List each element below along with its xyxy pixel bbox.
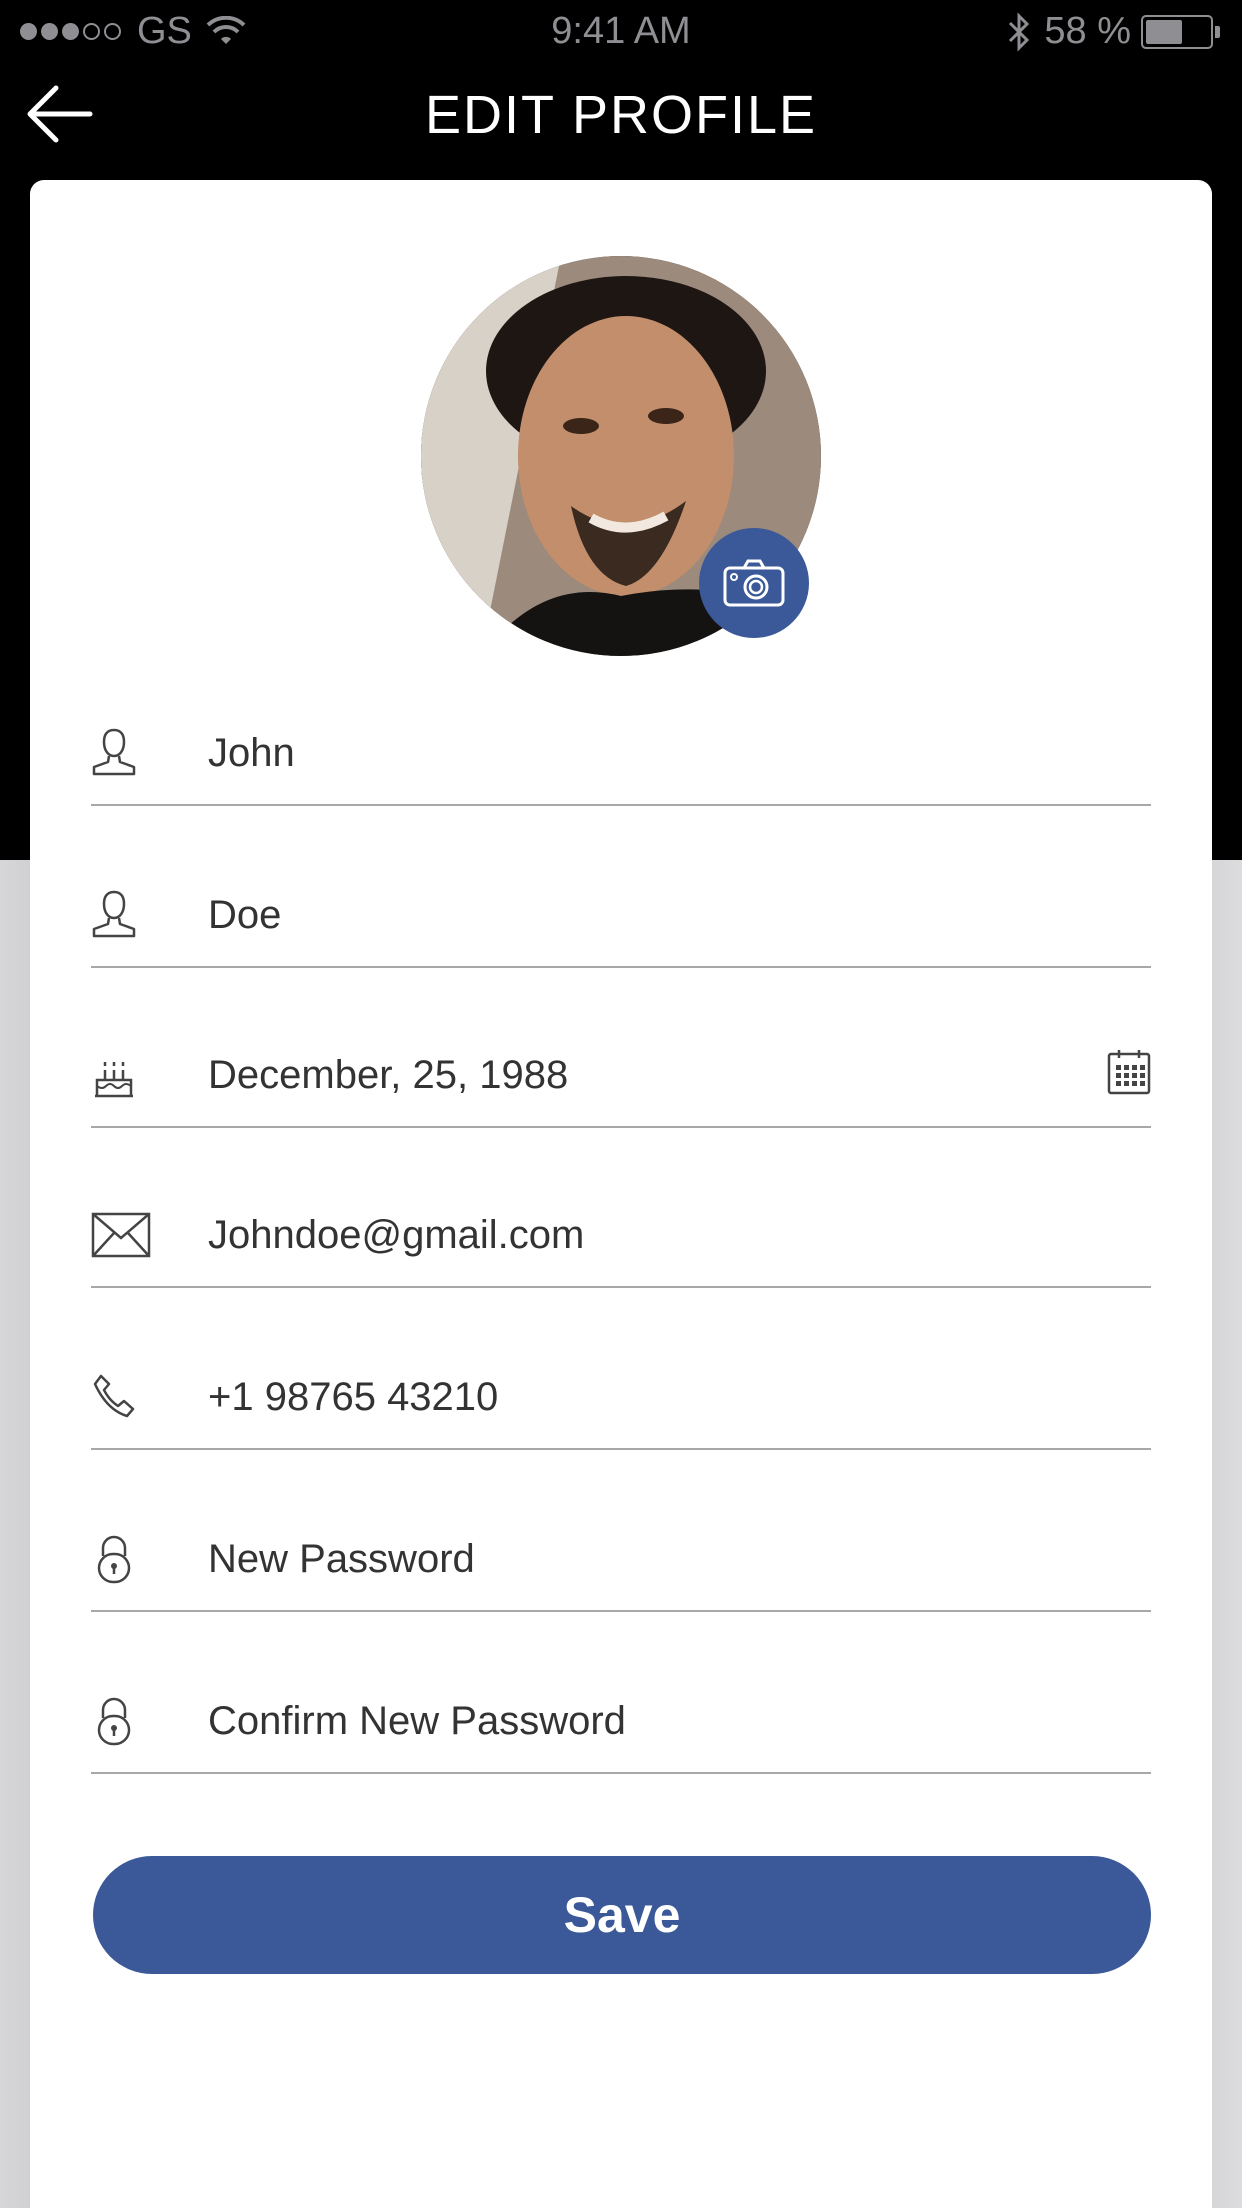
last-name-input[interactable] [208, 890, 1091, 940]
birthday-field [91, 1028, 1151, 1128]
birthday-cake-icon [95, 1062, 133, 1098]
save-button[interactable]: Save [93, 1856, 1151, 1974]
envelope-icon [91, 1212, 151, 1258]
status-bar: GS 9:41 AM 58 % [0, 0, 1242, 66]
email-input[interactable] [208, 1210, 1091, 1260]
user-icon [92, 890, 136, 938]
calendar-icon[interactable] [1107, 1048, 1151, 1096]
first-name-input[interactable] [208, 728, 1091, 778]
bluetooth-icon [1009, 11, 1030, 52]
confirm-password-field [91, 1674, 1151, 1774]
change-photo-button[interactable] [699, 528, 809, 638]
new-password-field [91, 1512, 1151, 1612]
phone-icon [93, 1374, 135, 1418]
new-password-input[interactable] [208, 1534, 1091, 1584]
page-title: EDIT PROFILE [424, 85, 818, 145]
birthday-input[interactable] [208, 1050, 1091, 1100]
status-right: 58 % [1006, 10, 1220, 53]
battery-icon [1141, 14, 1213, 49]
edit-profile-card: Save [30, 180, 1212, 2208]
phone-input[interactable] [208, 1372, 1091, 1422]
last-name-field [91, 868, 1151, 968]
camera-icon [723, 559, 785, 607]
phone-field [91, 1350, 1151, 1450]
battery-tip [1215, 25, 1220, 38]
battery-percentage: 58 % [1044, 10, 1131, 52]
first-name-field [91, 706, 1151, 806]
avatar-container [421, 256, 821, 656]
lock-icon [97, 1535, 131, 1584]
lock-icon [97, 1697, 131, 1746]
navigation-bar: EDIT PROFILE [0, 66, 1242, 176]
confirm-password-input[interactable] [208, 1696, 1091, 1746]
user-icon [92, 728, 136, 776]
email-field [91, 1188, 1151, 1288]
